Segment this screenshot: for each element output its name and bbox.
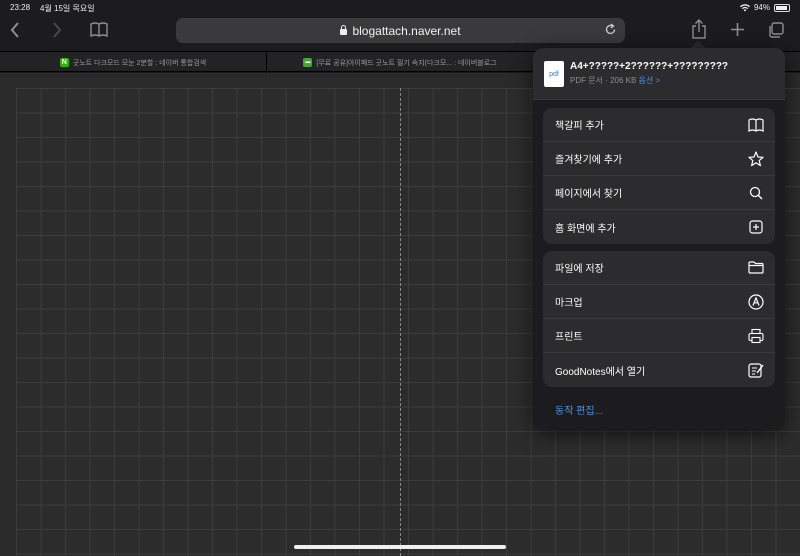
tab-title: [무료 공유]아이패드 굿노트 필기 속지(다크모... : 네이버블로그 (316, 59, 497, 67)
options-link[interactable]: 옵션 > (639, 76, 661, 85)
status-right: 94% (739, 3, 790, 12)
file-name: A4+?????+2??????+????????? (570, 61, 729, 72)
share-sheet-header[interactable]: pdf A4+?????+2??????+????????? PDF 문서 · … (533, 48, 785, 100)
tab-blog[interactable]: ▬ [무료 공유]아이패드 굿노트 필기 속지(다크모... : 네이버블로그 (267, 52, 533, 73)
chevron-right-icon[interactable] (52, 22, 62, 42)
edit-actions-link[interactable]: 동작 편집... (555, 402, 603, 417)
status-bar: 23:28 4월 15일 목요일 94% (0, 0, 800, 14)
file-info: PDF 문서 · 206 KB (570, 76, 637, 85)
action-open-goodnotes[interactable]: GoodNotes에서 열기 (543, 353, 775, 387)
share-icon[interactable] (691, 19, 707, 43)
add-square-icon (747, 218, 765, 236)
action-add-home-screen[interactable]: 홈 화면에 추가 (543, 210, 775, 244)
status-time: 23:28 (10, 3, 31, 12)
star-icon (747, 150, 765, 168)
tab-title: 굿노트 다크모드 모눈 2분할 : 네이버 통합검색 (72, 59, 207, 67)
reload-icon[interactable] (604, 23, 617, 39)
action-group-1: 책갈피 추가 즐겨찾기에 추가 페이지에서 찾기 홈 화면에 추가 (543, 108, 775, 244)
markup-icon (747, 293, 765, 311)
book-icon (747, 116, 765, 134)
home-indicator[interactable] (294, 545, 506, 549)
action-label: GoodNotes에서 열기 (555, 366, 646, 378)
note-edit-icon (747, 361, 765, 379)
book-icon[interactable] (90, 22, 108, 42)
action-label: 홈 화면에 추가 (555, 223, 616, 235)
wifi-icon (739, 3, 750, 11)
action-label: 마크업 (555, 298, 583, 309)
action-label: 즐겨찾기에 추가 (555, 155, 623, 166)
action-find-on-page[interactable]: 페이지에서 찾기 (543, 176, 775, 210)
center-dashed-line (400, 88, 401, 556)
action-markup[interactable]: 마크업 (543, 285, 775, 319)
action-add-bookmark[interactable]: 책갈피 추가 (543, 108, 775, 142)
tabs-icon[interactable] (768, 22, 784, 42)
share-sheet: pdf A4+?????+2??????+????????? PDF 문서 · … (533, 48, 785, 430)
battery-icon (774, 3, 790, 12)
pdf-file-icon: pdf (544, 61, 564, 87)
blog-favicon-icon: ▬ (303, 58, 313, 67)
plus-icon[interactable] (730, 22, 745, 41)
action-label: 페이지에서 찾기 (555, 189, 623, 200)
lock-icon (340, 24, 348, 35)
folder-icon (747, 259, 765, 277)
action-label: 프린트 (555, 332, 583, 343)
file-meta: PDF 문서 · 206 KB 옵션 > (570, 75, 660, 86)
url-text: blogattach.naver.net (352, 23, 461, 38)
address-bar[interactable]: blogattach.naver.net (176, 18, 625, 43)
battery-percent: 94% (753, 3, 770, 12)
tab-search[interactable]: N 굿노트 다크모드 모눈 2분할 : 네이버 통합검색 (0, 52, 266, 73)
action-group-2: 파일에 저장 마크업 프린트 GoodNotes에서 열기 (543, 251, 775, 387)
browser-toolbar: blogattach.naver.net (0, 14, 800, 48)
search-icon (747, 184, 765, 202)
action-label: 책갈피 추가 (555, 121, 604, 132)
chevron-left-icon[interactable] (10, 22, 20, 42)
action-save-to-files[interactable]: 파일에 저장 (543, 251, 775, 285)
status-date: 4월 15일 목요일 (40, 4, 95, 13)
printer-icon (747, 327, 765, 345)
action-label: 파일에 저장 (555, 264, 604, 275)
action-print[interactable]: 프린트 (543, 319, 775, 353)
naver-favicon-icon: N (59, 58, 69, 67)
action-add-favorite[interactable]: 즐겨찾기에 추가 (543, 142, 775, 176)
